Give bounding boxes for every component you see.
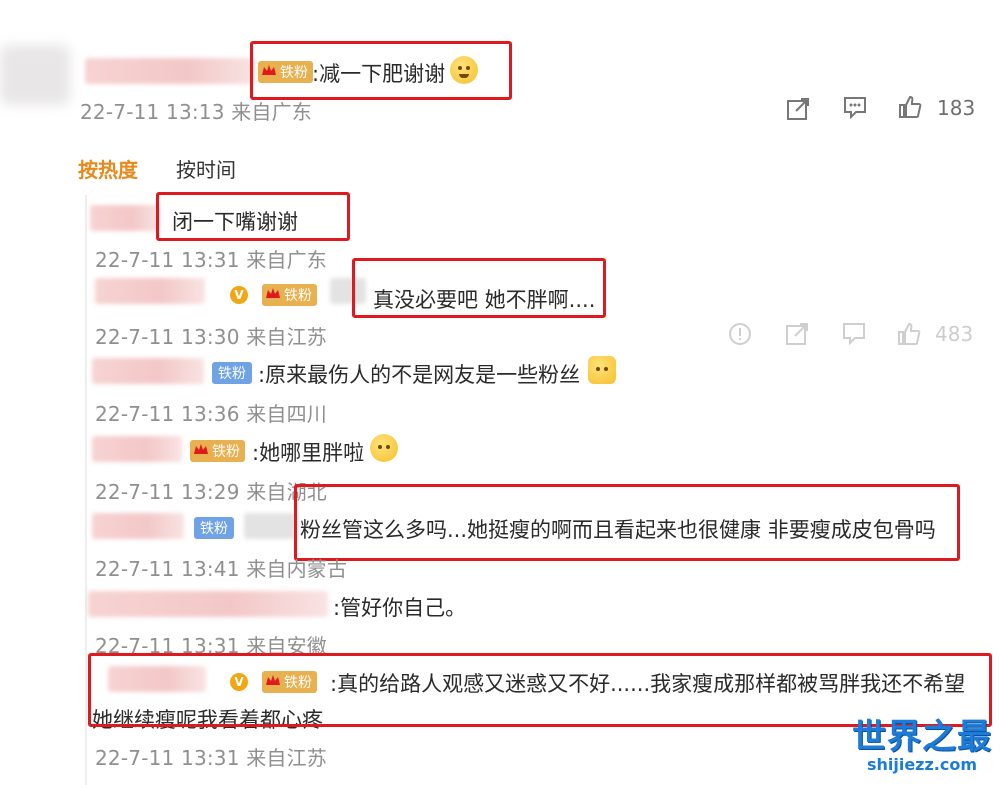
highlight-box <box>352 258 606 318</box>
reply-text: :管好你自己。 <box>333 596 467 620</box>
highlight-box <box>294 484 960 561</box>
reply-meta: 22-7-11 13:31 来自江苏 <box>95 746 328 770</box>
highlight-box <box>156 192 350 241</box>
username-redacted[interactable] <box>95 278 205 304</box>
username-redacted[interactable] <box>92 436 182 462</box>
verified-icon: V <box>230 286 248 304</box>
comment-icon[interactable] <box>842 94 868 120</box>
share-icon[interactable] <box>785 96 811 122</box>
username-redacted[interactable] <box>244 513 296 539</box>
fan-badge: 铁粉 <box>212 362 252 384</box>
reply-meta: 22-7-11 13:29 来自湖北 <box>95 480 328 504</box>
watermark-url: shijiezz.com <box>866 755 978 774</box>
comment-icon[interactable] <box>841 320 867 346</box>
fan-badge: 铁粉 <box>262 284 317 306</box>
like-count: 483 <box>935 322 974 346</box>
reply-meta: 22-7-11 13:41 来自内蒙古 <box>95 557 348 581</box>
thumbs-up-icon[interactable] <box>896 321 922 347</box>
tab-by-time[interactable]: 按时间 <box>176 154 236 183</box>
sad-emoji-icon <box>370 434 398 462</box>
fan-badge: 铁粉 <box>194 517 234 539</box>
highlight-box <box>88 653 992 727</box>
report-icon[interactable] <box>727 321 753 347</box>
thumbs-up-icon[interactable] <box>897 94 923 120</box>
like-count: 183 <box>937 96 976 120</box>
fan-badge-label: 铁粉 <box>212 444 240 460</box>
comment-meta: 22-7-11 13:13 来自广东 <box>80 100 313 124</box>
reply-meta: 22-7-11 13:31 来自广东 <box>95 248 328 272</box>
fan-badge-label: 铁粉 <box>284 288 312 304</box>
highlight-box <box>250 41 512 100</box>
reply-meta: 22-7-11 13:36 来自四川 <box>95 402 328 426</box>
reply-meta: 22-7-11 13:30 来自江苏 <box>95 325 328 349</box>
username-redacted[interactable] <box>92 358 204 384</box>
avatar[interactable] <box>0 45 70 105</box>
reply-text: :原来最伤人的不是网友是一些粉丝 <box>258 363 581 387</box>
username-redacted[interactable] <box>88 591 328 617</box>
username-redacted[interactable] <box>90 205 160 231</box>
watermark-title: 世界之最 <box>852 717 992 757</box>
username-redacted[interactable] <box>92 513 184 539</box>
cat-emoji-icon <box>588 356 616 384</box>
share-icon[interactable] <box>784 321 810 347</box>
tab-by-hot[interactable]: 按热度 <box>78 154 138 183</box>
username-redacted[interactable] <box>85 58 255 84</box>
reply-thread-divider <box>85 195 87 785</box>
site-watermark: 世界之最 shijiezz.com <box>852 719 992 774</box>
reply-text: :她哪里胖啦 <box>252 441 365 465</box>
fan-badge: 铁粉 <box>190 440 245 462</box>
